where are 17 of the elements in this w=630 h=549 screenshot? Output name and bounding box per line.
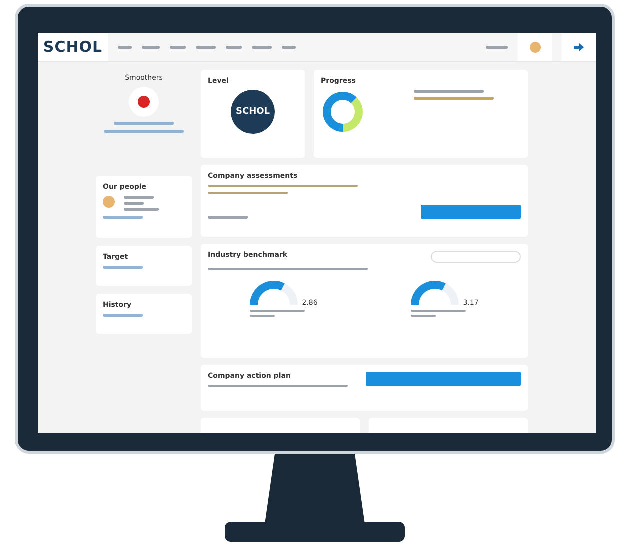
logo[interactable]: SCHOL: [38, 33, 108, 61]
account-button[interactable]: [518, 33, 552, 61]
person-icon: [103, 196, 115, 208]
profile-avatar-icon: [129, 87, 159, 117]
arrow-icon: [574, 42, 584, 52]
blurred-nav-item[interactable]: [196, 46, 216, 48]
avatar-icon: [530, 42, 540, 52]
blurred-nav-item[interactable]: [142, 46, 160, 48]
blurred-nav-item[interactable]: [118, 46, 132, 48]
dropdown-field[interactable]: [431, 251, 521, 263]
logout-button[interactable]: [562, 33, 596, 61]
level-badge: SCHOL: [231, 90, 275, 134]
blurred-nav-item[interactable]: [282, 46, 296, 48]
blurred-nav-item[interactable]: [226, 46, 242, 48]
blurred-nav-item[interactable]: [170, 46, 186, 48]
blurred-language-item[interactable]: [486, 46, 508, 48]
blurred-nav-item[interactable]: [252, 46, 272, 48]
